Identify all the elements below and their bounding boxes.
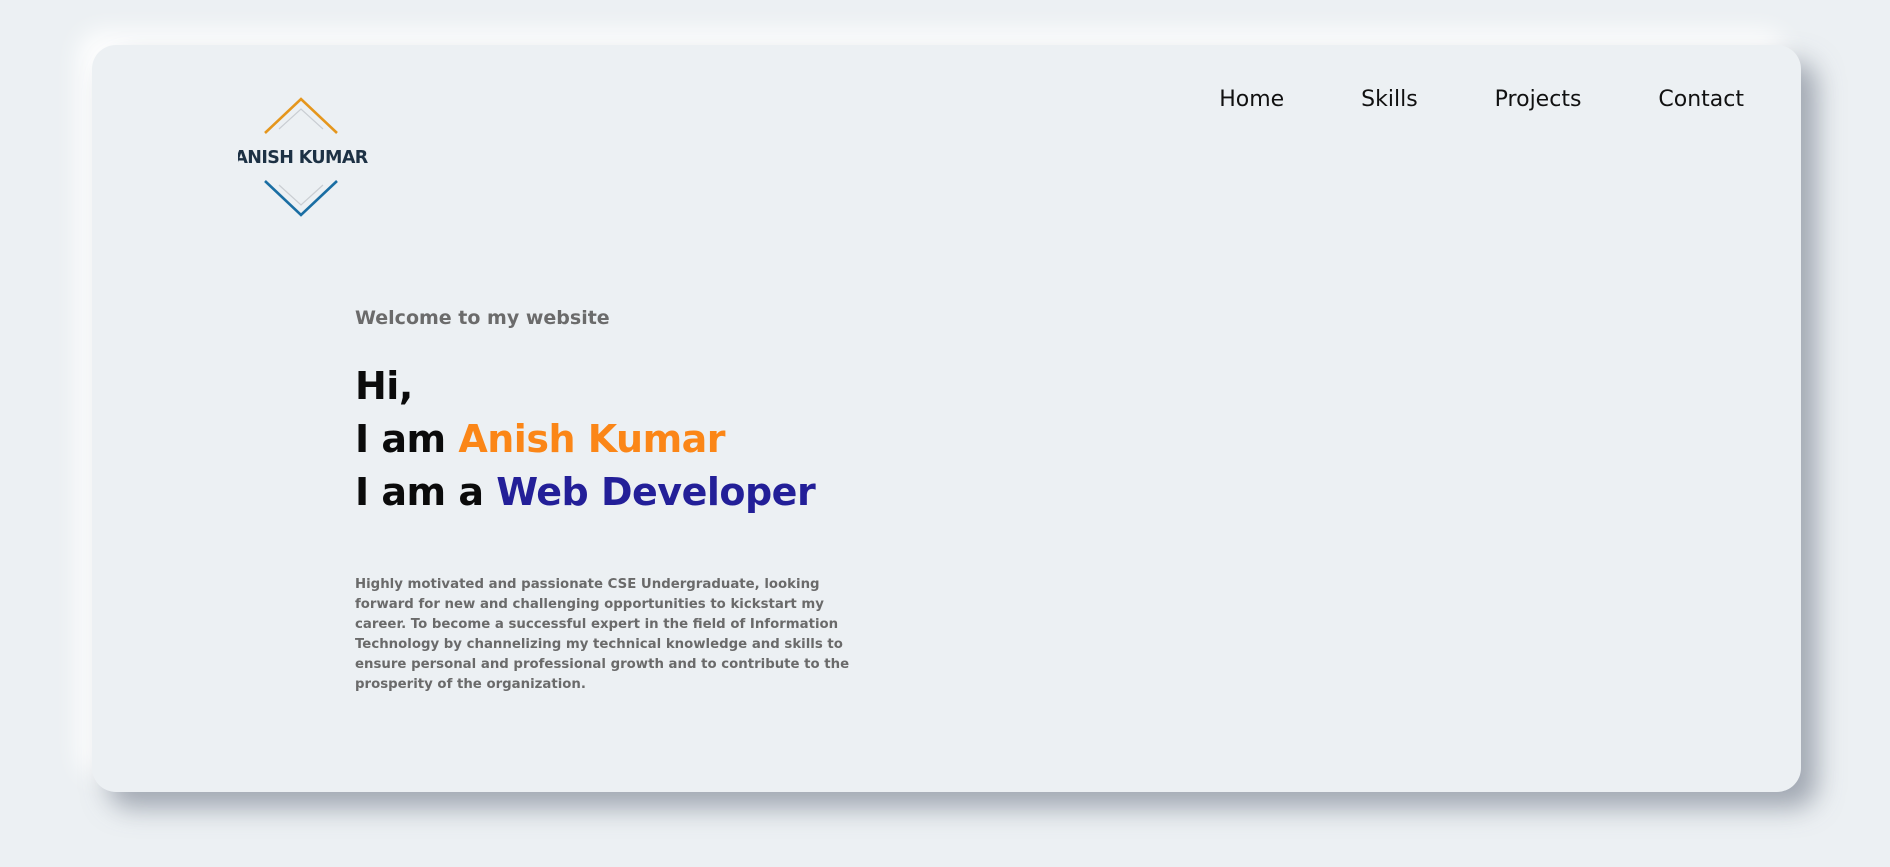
name-line: I am Anish Kumar <box>355 413 915 466</box>
nav-home[interactable]: Home <box>1219 87 1284 113</box>
nav-skills[interactable]: Skills <box>1361 87 1418 113</box>
logo-top-chevron <box>264 97 338 134</box>
logo-bottom-chevron <box>264 180 338 217</box>
greeting-line: Hi, <box>355 364 413 408</box>
role-line: I am a Web Developer <box>355 466 915 519</box>
hero-headline: Hi, I am Anish Kumar I am a Web Develope… <box>355 360 915 519</box>
welcome-text: Welcome to my website <box>355 307 610 329</box>
bio-paragraph: Highly motivated and passionate CSE Unde… <box>355 577 850 692</box>
logo[interactable]: ANISH KUMAR <box>234 97 369 221</box>
portfolio-card: ANISH KUMAR Home Skills Projects Contact… <box>92 45 1801 792</box>
hero-section: Welcome to my website Hi, I am Anish Kum… <box>355 308 915 695</box>
nav-projects[interactable]: Projects <box>1495 87 1582 113</box>
main-nav: Home Skills Projects Contact <box>1219 87 1744 113</box>
name-prefix: I am <box>355 417 459 461</box>
role-prefix: I am a <box>355 470 497 514</box>
role-highlight: Web Developer <box>496 470 816 514</box>
nav-contact[interactable]: Contact <box>1658 87 1744 113</box>
name-highlight: Anish Kumar <box>458 417 726 461</box>
logo-chevron-graphic: ANISH KUMAR <box>234 97 369 217</box>
logo-text: ANISH KUMAR <box>238 148 368 168</box>
